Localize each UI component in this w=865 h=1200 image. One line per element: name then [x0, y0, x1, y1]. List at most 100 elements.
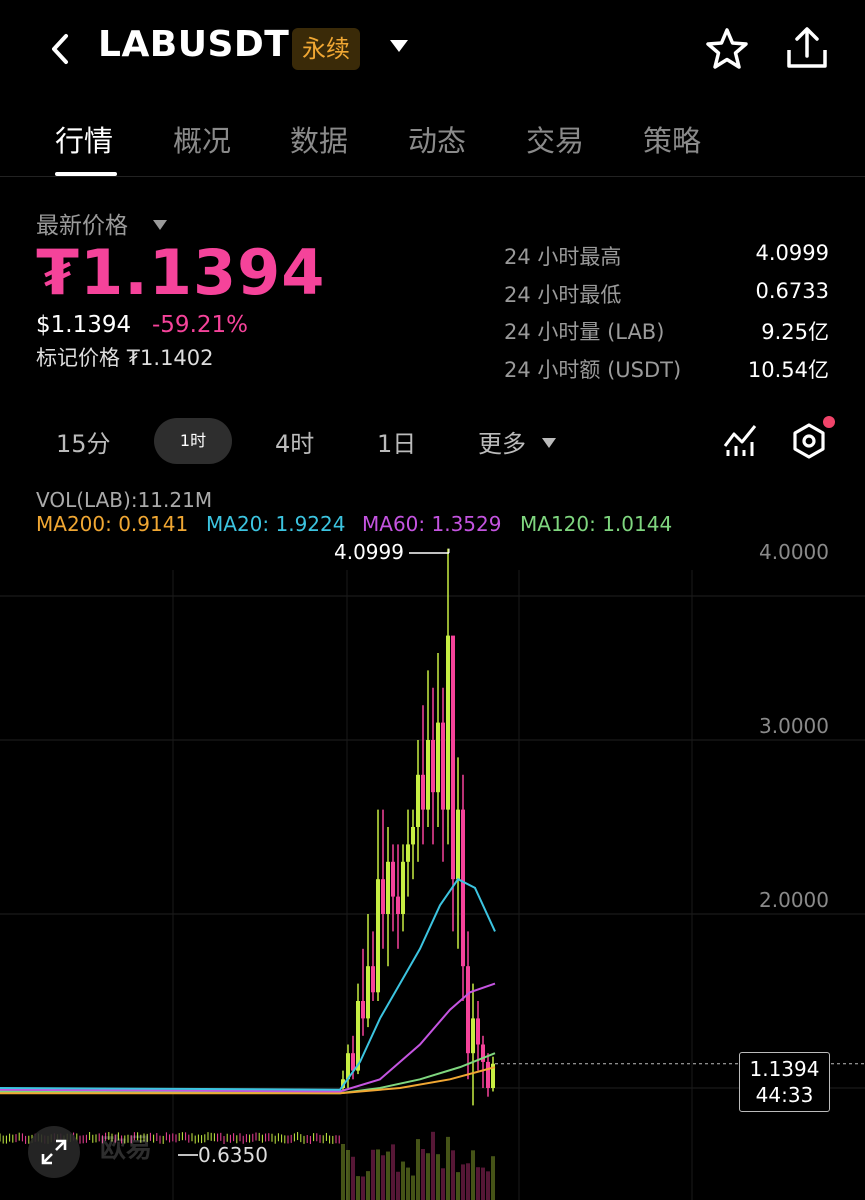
chevron-left-icon — [48, 32, 72, 66]
tab-market[interactable]: 行情 — [55, 118, 113, 160]
tab-overview[interactable]: 概况 — [173, 118, 231, 160]
stat-high-value: 4.0999 — [756, 241, 829, 265]
volume-bar — [416, 1139, 420, 1200]
volume-bar — [481, 1168, 485, 1200]
candle-body — [396, 897, 400, 914]
fullscreen-button[interactable] — [28, 1126, 80, 1178]
volume-bar — [456, 1172, 460, 1200]
tab-strategy[interactable]: 策略 — [643, 118, 701, 160]
volume-bar — [451, 1150, 455, 1200]
stat-turnover-label: 24 小时额 (USDT) — [504, 354, 681, 384]
candle-body — [356, 1001, 360, 1071]
ma60-label: MA60: 1.3529 — [362, 512, 501, 536]
ma120-label: MA120: 1.0144 — [520, 512, 672, 536]
last-price: ₮1.1394 — [36, 236, 325, 309]
volume-bar — [436, 1154, 440, 1200]
tab-trade[interactable]: 交易 — [526, 118, 584, 160]
volume-bar — [491, 1156, 495, 1200]
ma60-line — [0, 984, 495, 1092]
candle-body — [391, 862, 395, 897]
volume-bar — [401, 1162, 405, 1200]
symbol-title[interactable]: LABUSDT — [98, 24, 289, 65]
active-tab-indicator — [55, 172, 117, 176]
chart-grid — [0, 570, 865, 1200]
header-bar: LABUSDT 永续 — [0, 0, 865, 98]
candle-body — [461, 810, 465, 967]
high-marker-label: 4.0999 — [334, 540, 404, 564]
candlestick-chart[interactable] — [0, 540, 865, 1200]
stat-volume-value: 9.25亿 — [761, 316, 829, 346]
section-tabs: 行情 概况 数据 动态 交易 策略 — [0, 100, 865, 177]
settings-hexagon-icon[interactable] — [790, 422, 828, 464]
volume-bar — [386, 1152, 390, 1200]
candle-body — [431, 740, 435, 792]
favorite-star-icon[interactable] — [704, 26, 750, 76]
indicator-chart-icon[interactable] — [722, 422, 758, 462]
candle-countdown: 44:33 — [740, 1083, 829, 1107]
candle-body — [466, 966, 470, 1053]
volume-bar — [396, 1172, 400, 1200]
volume-bar — [351, 1157, 355, 1200]
y-axis-tick: 4.0000 — [759, 540, 829, 564]
watermark: 欧易 — [100, 1128, 152, 1165]
candle-body — [486, 1062, 490, 1088]
volume-bar — [411, 1176, 415, 1200]
price-type-label[interactable]: 最新价格 — [36, 206, 128, 240]
candle-body — [381, 879, 385, 914]
stat-turnover-value: 10.54亿 — [748, 354, 829, 384]
share-icon[interactable] — [784, 24, 830, 76]
volume-bar — [431, 1132, 435, 1200]
usd-price: $1.1394 — [36, 312, 131, 338]
tab-news[interactable]: 动态 — [408, 118, 466, 160]
change-percent: -59.21% — [152, 312, 248, 338]
interval-15m[interactable]: 15分 — [56, 424, 111, 459]
expand-icon — [39, 1137, 69, 1167]
interval-4h[interactable]: 4时 — [275, 424, 314, 459]
candle-body — [456, 810, 460, 880]
candle-body — [471, 1018, 475, 1053]
back-button[interactable] — [40, 26, 80, 72]
volume-bar — [476, 1167, 480, 1200]
y-axis-tick: 3.0000 — [759, 714, 829, 738]
candle-body — [406, 844, 410, 861]
candle-body — [476, 1018, 480, 1044]
perpetual-badge: 永续 — [292, 28, 360, 70]
tab-data[interactable]: 数据 — [290, 118, 348, 160]
volume-bar — [371, 1150, 375, 1200]
chevron-down-icon[interactable] — [388, 38, 410, 58]
candle-body — [416, 775, 420, 827]
candle-body — [376, 879, 380, 992]
volume-bar — [361, 1176, 365, 1200]
volume-bar — [471, 1150, 475, 1200]
volume-bar — [426, 1153, 430, 1200]
caret-down-icon[interactable] — [152, 216, 168, 235]
volume-indicator-label: VOL(LAB):11.21M — [36, 488, 212, 512]
volume-bar — [341, 1144, 345, 1200]
candle-body — [386, 862, 390, 914]
volume-bars — [341, 1132, 495, 1200]
current-price-value: 1.1394 — [740, 1057, 829, 1081]
interval-1d[interactable]: 1日 — [377, 424, 416, 459]
candle-body — [421, 775, 425, 810]
volume-bar — [486, 1171, 490, 1200]
candles — [0, 549, 495, 1144]
low-marker-label: 0.6350 — [198, 1143, 268, 1167]
candle-body — [401, 862, 405, 914]
volume-bar — [446, 1137, 450, 1200]
interval-1h[interactable]: 1时 — [154, 418, 232, 464]
stat-high-label: 24 小时最高 — [504, 241, 621, 271]
candle-body — [441, 723, 445, 810]
caret-down-icon[interactable] — [541, 434, 557, 453]
stat-low-label: 24 小时最低 — [504, 279, 621, 309]
interval-more[interactable]: 更多 — [478, 424, 526, 459]
candle-body — [361, 1001, 365, 1018]
mark-price: 标记价格 ₮1.1402 — [36, 342, 214, 372]
candle-body — [436, 723, 440, 793]
current-price-tag: 1.1394 44:33 — [739, 1052, 830, 1112]
candle-body — [366, 966, 370, 1018]
candle-body — [411, 827, 415, 844]
candle-body — [371, 966, 375, 992]
volume-bar — [406, 1168, 410, 1200]
candle-body — [426, 740, 430, 810]
notification-dot — [823, 416, 835, 428]
